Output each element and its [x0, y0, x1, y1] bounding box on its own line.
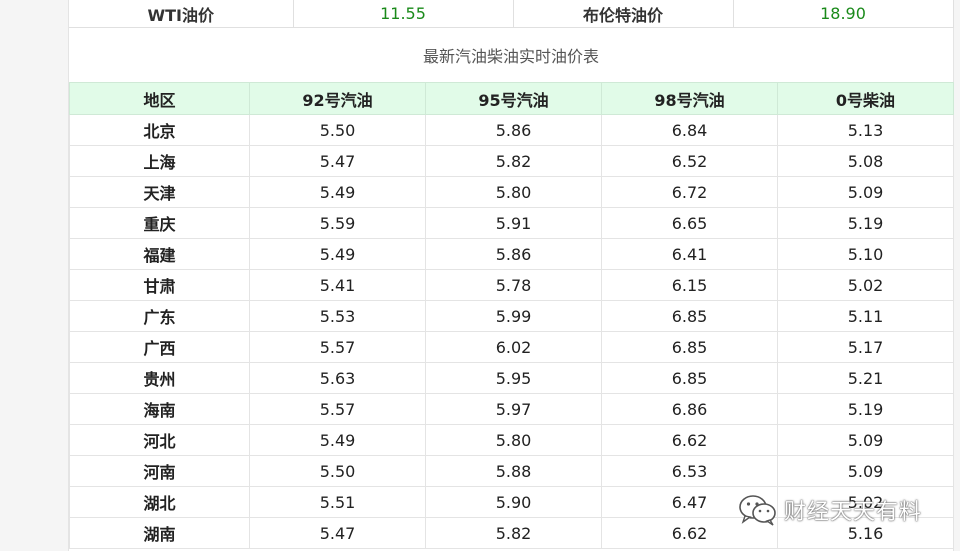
region-cell: 重庆: [69, 207, 250, 239]
gas-95-cell: 5.97: [425, 393, 602, 425]
diesel-0-cell: 5.10: [777, 238, 954, 270]
gas-98-cell: 6.85: [601, 331, 778, 363]
diesel-0-cell: 5.02: [777, 269, 954, 301]
table-row: 福建 5.49 5.86 6.41 5.10: [69, 238, 954, 270]
brent-value: 18.90: [733, 0, 954, 28]
gas-95-cell: 5.80: [425, 176, 602, 208]
diesel-0-cell: 5.19: [777, 393, 954, 425]
wti-label: WTI油价: [69, 0, 294, 28]
gas-92-cell: 5.49: [249, 424, 426, 456]
gas-92-cell: 5.63: [249, 362, 426, 394]
column-header-92-gasoline: 92号汽油: [249, 82, 426, 115]
gas-98-cell: 6.72: [601, 176, 778, 208]
table-row: 广东 5.53 5.99 6.85 5.11: [69, 300, 954, 332]
gas-95-cell: 5.90: [425, 486, 602, 518]
diesel-0-cell: 5.09: [777, 424, 954, 456]
table-row: 天津 5.49 5.80 6.72 5.09: [69, 176, 954, 208]
region-cell: 湖南: [69, 517, 250, 549]
region-cell: 贵州: [69, 362, 250, 394]
gas-92-cell: 5.59: [249, 207, 426, 239]
gas-92-cell: 5.57: [249, 331, 426, 363]
gas-98-cell: 6.62: [601, 424, 778, 456]
column-header-region: 地区: [69, 82, 250, 115]
watermark-text: 财经天天有料: [784, 500, 923, 525]
table-row: 重庆 5.59 5.91 6.65 5.19: [69, 207, 954, 239]
fuel-price-table: 地区 92号汽油 95号汽油 98号汽油 0号柴油 北京 5.50 5.86 6.84…: [69, 82, 954, 549]
table-row: 河北 5.49 5.80 6.62 5.09: [69, 424, 954, 456]
gas-92-cell: 5.41: [249, 269, 426, 301]
column-header-98-gasoline: 98号汽油: [601, 82, 778, 115]
wti-value: 11.55: [293, 0, 514, 28]
gas-98-cell: 6.53: [601, 455, 778, 487]
gas-98-cell: 6.84: [601, 114, 778, 146]
gas-98-cell: 6.85: [601, 362, 778, 394]
brent-label: 布伦特油价: [513, 0, 734, 28]
region-cell: 海南: [69, 393, 250, 425]
gas-95-cell: 5.99: [425, 300, 602, 332]
gas-98-cell: 6.15: [601, 269, 778, 301]
region-cell: 上海: [69, 145, 250, 177]
gas-98-cell: 6.41: [601, 238, 778, 270]
diesel-0-cell: 5.17: [777, 331, 954, 363]
region-cell: 天津: [69, 176, 250, 208]
gas-92-cell: 5.49: [249, 238, 426, 270]
oil-price-panel: WTI油价 11.55 布伦特油价 18.90 最新汽油柴油实时油价表 地区 9…: [68, 0, 954, 551]
gas-95-cell: 5.80: [425, 424, 602, 456]
table-header-row: 地区 92号汽油 95号汽油 98号汽油 0号柴油: [69, 82, 954, 115]
gas-92-cell: 5.49: [249, 176, 426, 208]
gas-92-cell: 5.50: [249, 455, 426, 487]
gas-95-cell: 5.78: [425, 269, 602, 301]
region-cell: 甘肃: [69, 269, 250, 301]
table-row: 贵州 5.63 5.95 6.85 5.21: [69, 362, 954, 394]
gas-92-cell: 5.50: [249, 114, 426, 146]
region-cell: 广西: [69, 331, 250, 363]
region-cell: 湖北: [69, 486, 250, 518]
table-row: 海南 5.57 5.97 6.86 5.19: [69, 393, 954, 425]
gas-95-cell: 6.02: [425, 331, 602, 363]
diesel-0-cell: 5.13: [777, 114, 954, 146]
gas-95-cell: 5.82: [425, 517, 602, 549]
table-row: 上海 5.47 5.82 6.52 5.08: [69, 145, 954, 177]
gas-95-cell: 5.82: [425, 145, 602, 177]
region-cell: 河北: [69, 424, 250, 456]
gas-92-cell: 5.53: [249, 300, 426, 332]
table-row: 广西 5.57 6.02 6.85 5.17: [69, 331, 954, 363]
gas-95-cell: 5.86: [425, 114, 602, 146]
crude-oil-table: WTI油价 11.55 布伦特油价 18.90: [69, 0, 954, 28]
diesel-0-cell: 5.19: [777, 207, 954, 239]
gas-98-cell: 6.52: [601, 145, 778, 177]
table-title: 最新汽油柴油实时油价表: [422, 47, 599, 66]
gas-98-cell: 6.86: [601, 393, 778, 425]
watermark: 财经天天有料: [738, 492, 922, 528]
wechat-icon: [739, 495, 776, 526]
gas-92-cell: 5.47: [249, 145, 426, 177]
table-row: 河南 5.50 5.88 6.53 5.09: [69, 455, 954, 487]
table-row: 甘肃 5.41 5.78 6.15 5.02: [69, 269, 954, 301]
diesel-0-cell: 5.08: [777, 145, 954, 177]
gas-95-cell: 5.86: [425, 238, 602, 270]
diesel-0-cell: 5.09: [777, 455, 954, 487]
gas-98-cell: 6.65: [601, 207, 778, 239]
gas-95-cell: 5.88: [425, 455, 602, 487]
region-cell: 北京: [69, 114, 250, 146]
column-header-95-gasoline: 95号汽油: [425, 82, 602, 115]
crude-oil-row: WTI油价 11.55 布伦特油价 18.90: [69, 0, 954, 28]
diesel-0-cell: 5.21: [777, 362, 954, 394]
gas-95-cell: 5.95: [425, 362, 602, 394]
gas-92-cell: 5.47: [249, 517, 426, 549]
table-body: 北京 5.50 5.86 6.84 5.13 上海 5.47 5.82 6.52 5.08 天津 5.…: [69, 114, 954, 549]
diesel-0-cell: 5.11: [777, 300, 954, 332]
gas-92-cell: 5.51: [249, 486, 426, 518]
table-row: 北京 5.50 5.86 6.84 5.13: [69, 114, 954, 146]
region-cell: 河南: [69, 455, 250, 487]
gas-92-cell: 5.57: [249, 393, 426, 425]
diesel-0-cell: 5.09: [777, 176, 954, 208]
region-cell: 福建: [69, 238, 250, 270]
gas-95-cell: 5.91: [425, 207, 602, 239]
gas-98-cell: 6.85: [601, 300, 778, 332]
column-header-0-diesel: 0号柴油: [777, 82, 954, 115]
region-cell: 广东: [69, 300, 250, 332]
